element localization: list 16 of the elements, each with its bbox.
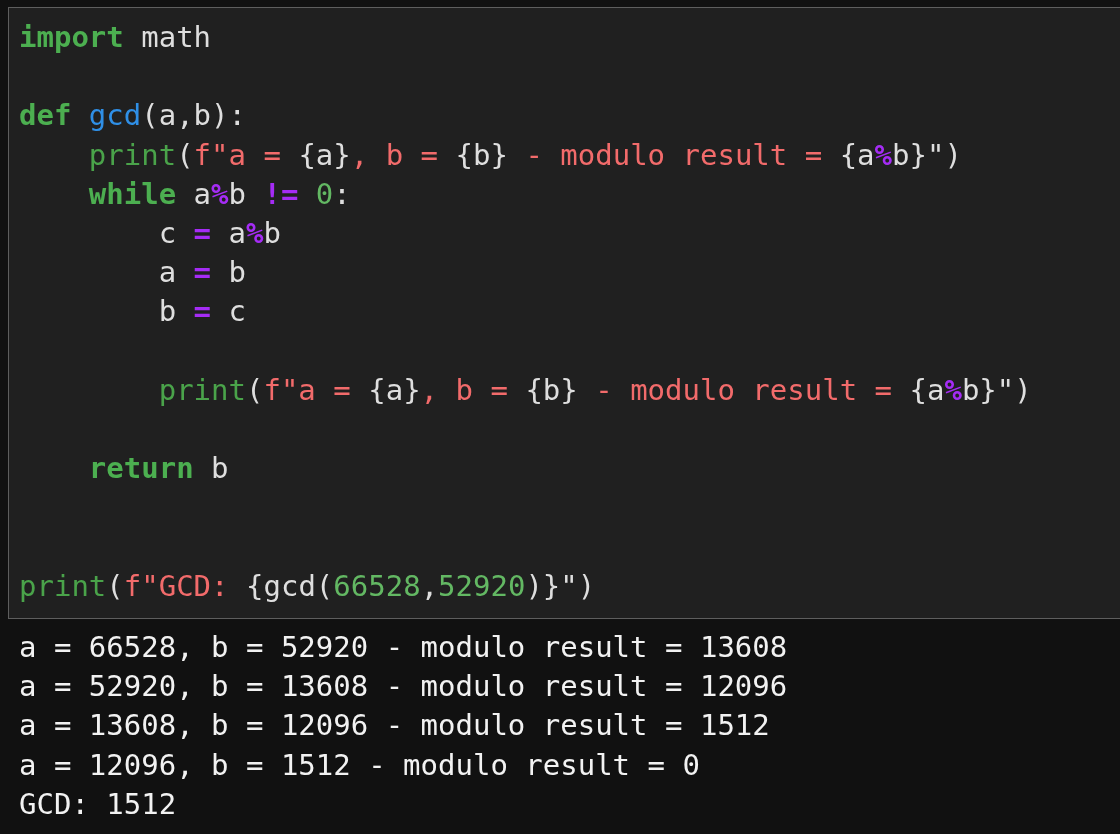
- output-line: a = 13608, b = 12096 - modulo result = 1512: [19, 707, 770, 745]
- output-line: GCD: 1512: [19, 785, 177, 823]
- code-line: print(f"a = {a}, b = {b} - modulo result = {a%b}"): [87, 136, 963, 174]
- code-line: while a%b != 0:: [87, 175, 352, 213]
- code-line: def gcd(a,b):: [19, 97, 247, 135]
- code-line: b = c: [157, 293, 247, 331]
- output-line: a = 12096, b = 1512 - modulo result = 0: [19, 746, 700, 784]
- output-line: a = 66528, b = 52920 - modulo result = 13608: [19, 629, 788, 666]
- code-line: c = a%b: [157, 214, 282, 252]
- code-line: a = b: [157, 254, 247, 292]
- code-line: print(f"GCD: {gcd(66528,52920)}"): [19, 567, 597, 605]
- code-line: import math: [19, 19, 213, 56]
- code-editor[interactable]: [8, 7, 1120, 619]
- code-line: return b: [87, 450, 230, 488]
- code-line: print(f"a = {a}, b = {b} - modulo result = {a%b}"): [157, 371, 1033, 409]
- output-line: a = 52920, b = 13608 - modulo result = 12096: [19, 668, 788, 706]
